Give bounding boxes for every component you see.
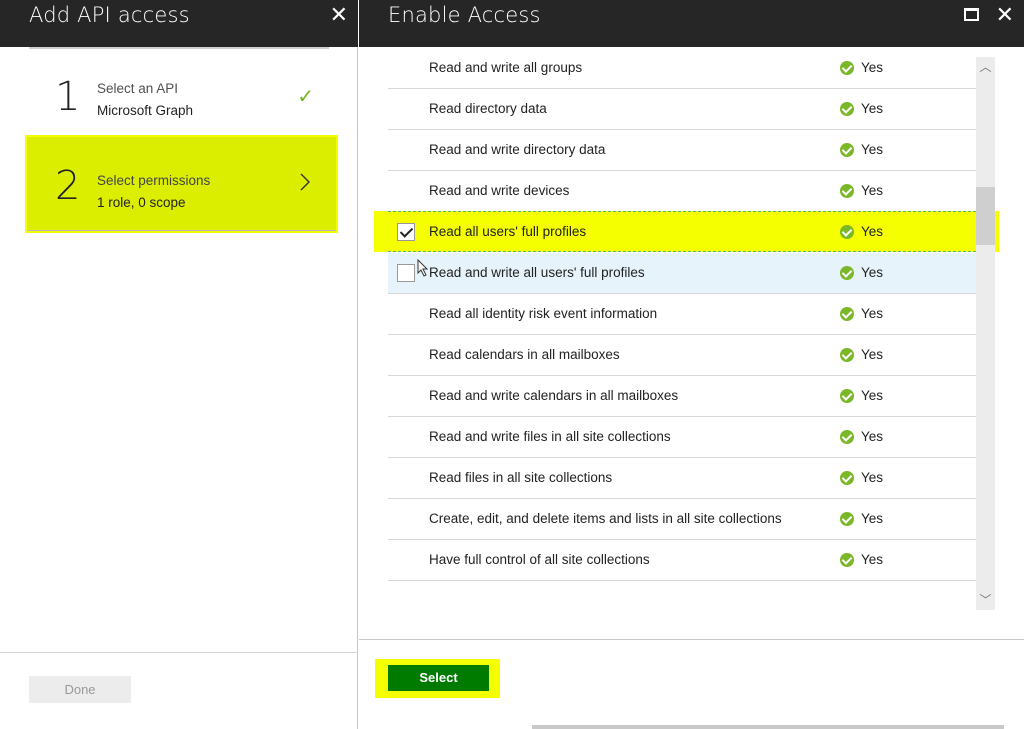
permission-label: Read and write files in all site collect… <box>429 429 671 444</box>
admin-consent-status: Yes <box>840 470 883 485</box>
permission-label: Have full control of all site collection… <box>429 552 650 567</box>
admin-consent-status: Yes <box>840 347 883 362</box>
permission-row-selected[interactable]: Read all users' full profiles Yes <box>388 211 976 252</box>
horizontal-scroll-track[interactable] <box>532 725 1004 729</box>
permission-label: Read calendars in all mailboxes <box>429 347 620 362</box>
close-icon[interactable]: ✕ <box>330 3 348 28</box>
check-circle-icon <box>840 224 854 239</box>
admin-consent-status: Yes <box>840 429 883 444</box>
permission-label: Read and write devices <box>429 183 570 198</box>
permission-row[interactable]: Read and write directory data Yes <box>388 130 976 171</box>
permission-row-hover[interactable]: Read and write all users' full profiles … <box>388 253 976 294</box>
scrollbar-thumb[interactable] <box>976 187 995 245</box>
permission-row[interactable]: Read and write files in all site collect… <box>388 417 976 458</box>
checkmark-icon: ✓ <box>297 86 314 108</box>
permission-label: Read all identity risk event information <box>429 306 658 321</box>
check-circle-icon <box>840 552 854 567</box>
admin-consent-status: Yes <box>840 60 883 75</box>
check-circle-icon <box>840 265 854 280</box>
scroll-up-icon[interactable]: ︿ <box>976 57 995 77</box>
step-number: 1 <box>55 74 81 120</box>
admin-consent-status: Yes <box>840 552 883 567</box>
check-circle-icon <box>840 429 854 444</box>
permission-label: Create, edit, and delete items and lists… <box>429 511 782 526</box>
check-circle-icon <box>840 60 854 75</box>
step-value: 1 role, 0 scope <box>97 195 186 210</box>
permissions-list: Read and write all groups Yes Read direc… <box>388 48 976 618</box>
admin-consent-status: Yes <box>840 183 883 198</box>
permission-row[interactable]: Read calendars in all mailboxes Yes <box>388 335 976 376</box>
status-text: Yes <box>861 511 884 526</box>
permission-label: Read and write all groups <box>429 60 583 75</box>
step-select-permissions[interactable]: 2 Select permissions 1 role, 0 scope <box>25 135 338 233</box>
admin-consent-status: Yes <box>840 224 883 239</box>
right-blade-title: Enable Access <box>388 3 541 27</box>
permission-label: Read and write directory data <box>429 142 606 157</box>
vertical-scrollbar[interactable]: ︿ ﹀ <box>976 57 995 610</box>
status-text: Yes <box>861 347 884 362</box>
permission-row[interactable]: Read and write devices Yes <box>388 171 976 212</box>
permission-label: Read all users' full profiles <box>429 224 587 239</box>
step-label: Select permissions <box>97 173 211 188</box>
check-circle-icon <box>840 388 854 403</box>
status-text: Yes <box>861 429 884 444</box>
admin-consent-status: Yes <box>840 101 883 116</box>
check-circle-icon <box>840 470 854 485</box>
status-text: Yes <box>861 142 884 157</box>
admin-consent-status: Yes <box>840 142 883 157</box>
select-button-highlight: Select <box>375 659 500 698</box>
admin-consent-status: Yes <box>840 388 883 403</box>
permission-row[interactable]: Read all identity risk event information… <box>388 294 976 335</box>
scroll-down-icon[interactable]: ﹀ <box>976 590 995 610</box>
permission-checkbox[interactable] <box>397 264 415 282</box>
permission-label: Read files in all site collections <box>429 470 613 485</box>
step-label: Select an API <box>97 81 179 96</box>
check-circle-icon <box>840 183 854 198</box>
status-text: Yes <box>861 265 884 280</box>
check-circle-icon <box>840 347 854 362</box>
left-blade-title: Add API access <box>29 3 190 27</box>
permission-checkbox-checked[interactable] <box>397 223 415 241</box>
close-icon[interactable]: ✕ <box>996 3 1014 28</box>
step-select-api[interactable]: 1 Select an API Microsoft Graph ✓ <box>27 48 336 142</box>
permission-row[interactable]: Read and write all groups Yes <box>388 48 976 89</box>
permission-row[interactable]: Read directory data Yes <box>388 89 976 130</box>
left-blade-header: Add API access ✕ <box>0 0 358 47</box>
status-text: Yes <box>861 183 884 198</box>
admin-consent-status: Yes <box>840 265 883 280</box>
status-text: Yes <box>861 101 884 116</box>
permission-row[interactable]: Read and write calendars in all mailboxe… <box>388 376 976 417</box>
status-text: Yes <box>861 60 884 75</box>
footer-divider <box>359 639 1024 640</box>
step-value: Microsoft Graph <box>97 103 194 118</box>
permission-row[interactable]: Create, edit, and delete items and lists… <box>388 499 976 540</box>
check-circle-icon <box>840 142 854 157</box>
permission-label: Read and write calendars in all mailboxe… <box>429 388 679 403</box>
maximize-icon[interactable] <box>964 8 979 21</box>
status-text: Yes <box>861 470 884 485</box>
permission-row[interactable]: Have full control of all site collection… <box>388 540 976 581</box>
right-blade-header: Enable Access ✕ <box>359 0 1024 47</box>
mouse-cursor-icon <box>417 259 429 277</box>
done-button[interactable]: Done <box>29 676 131 703</box>
permission-label: Read directory data <box>429 101 547 116</box>
add-api-access-blade: Add API access ✕ 1 Select an API Microso… <box>0 0 358 729</box>
select-button[interactable]: Select <box>388 665 489 691</box>
status-text: Yes <box>861 306 884 321</box>
check-circle-icon <box>840 101 854 116</box>
admin-consent-status: Yes <box>840 306 883 321</box>
status-text: Yes <box>861 224 884 239</box>
footer-divider <box>0 652 358 653</box>
admin-consent-status: Yes <box>840 511 883 526</box>
portal-screen: Add API access ✕ 1 Select an API Microso… <box>0 0 1024 729</box>
enable-access-blade: Enable Access ✕ Read and write all group… <box>359 0 1024 729</box>
check-circle-icon <box>840 511 854 526</box>
check-circle-icon <box>840 306 854 321</box>
step-number: 2 <box>55 163 81 209</box>
status-text: Yes <box>861 552 884 567</box>
permission-row[interactable]: Read files in all site collections Yes <box>388 458 976 499</box>
chevron-right-icon <box>300 173 310 191</box>
status-text: Yes <box>861 388 884 403</box>
permission-label: Read and write all users' full profiles <box>429 265 645 280</box>
